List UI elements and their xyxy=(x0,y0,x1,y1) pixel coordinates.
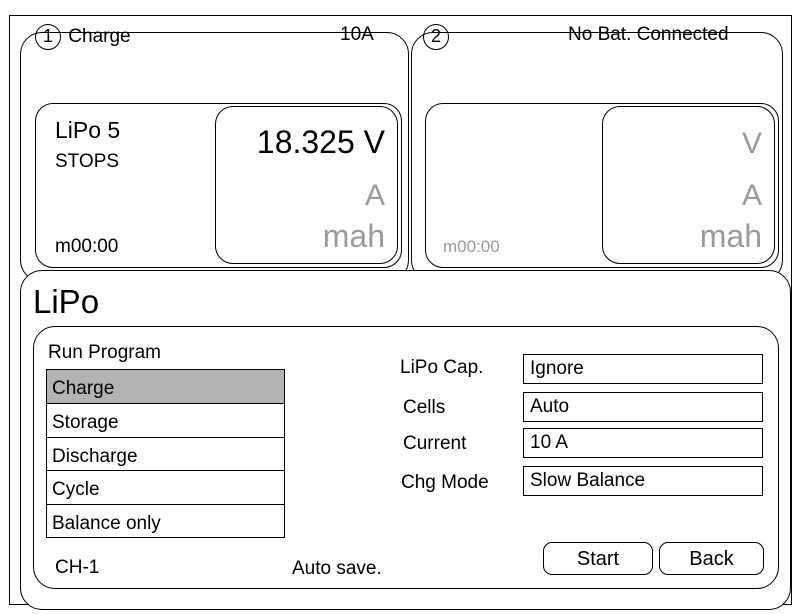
current-label: Current xyxy=(403,433,467,454)
channel-1-status: STOPS xyxy=(55,151,120,172)
chg-mode-field[interactable]: Slow Balance xyxy=(523,466,763,496)
cells-label: Cells xyxy=(403,397,446,418)
channel-1-battery-type: LiPo 5 xyxy=(55,117,121,143)
channel-2-status: No Bat. Connected xyxy=(568,24,729,45)
program-item-charge[interactable]: Charge xyxy=(46,369,285,404)
channel-1-header: 1 Charge xyxy=(35,24,131,50)
lipo-cap-label: LiPo Cap. xyxy=(400,357,484,378)
channel-1-timer: m00:00 xyxy=(55,236,119,257)
current-field[interactable]: 10 A xyxy=(523,428,763,458)
program-item-balance-only[interactable]: Balance only xyxy=(46,504,285,539)
program-panel-title: LiPo xyxy=(33,283,100,320)
program-list: Charge Storage Discharge Cycle Balance o… xyxy=(46,369,285,539)
channel-2-timer: m00:00 xyxy=(443,237,500,256)
channel-2-readout: V A mah xyxy=(602,106,775,264)
start-button[interactable]: Start xyxy=(543,542,653,575)
channel-indicator: CH-1 xyxy=(55,557,100,578)
chg-mode-label: Chg Mode xyxy=(401,472,489,493)
cells-field[interactable]: Auto xyxy=(523,392,763,422)
channel-1-current-setting: 10A xyxy=(340,24,374,45)
channel-2-header: 2 xyxy=(423,24,451,50)
run-program-label: Run Program xyxy=(48,342,161,363)
program-item-discharge[interactable]: Discharge xyxy=(46,437,285,472)
channel-2-amps: A xyxy=(741,179,762,212)
channel-1-voltage: 18.325 V xyxy=(256,124,385,160)
channel-1-amps: A xyxy=(364,179,385,212)
channel-1-number-badge: 1 xyxy=(35,24,61,50)
lipo-cap-field[interactable]: Ignore xyxy=(523,354,763,384)
back-button[interactable]: Back xyxy=(659,542,764,575)
autosave-text: Auto save. xyxy=(292,558,382,579)
channel-2-capacity: mah xyxy=(699,218,762,254)
channel-1-capacity: mah xyxy=(322,218,385,254)
program-item-cycle[interactable]: Cycle xyxy=(46,471,285,505)
channel-2-voltage: V xyxy=(741,127,762,160)
channel-2-number-badge: 2 xyxy=(423,24,449,50)
program-item-storage[interactable]: Storage xyxy=(46,404,285,438)
channel-1-readout: 18.325 V A mah xyxy=(215,106,398,264)
channel-1-mode: Charge xyxy=(68,26,131,48)
